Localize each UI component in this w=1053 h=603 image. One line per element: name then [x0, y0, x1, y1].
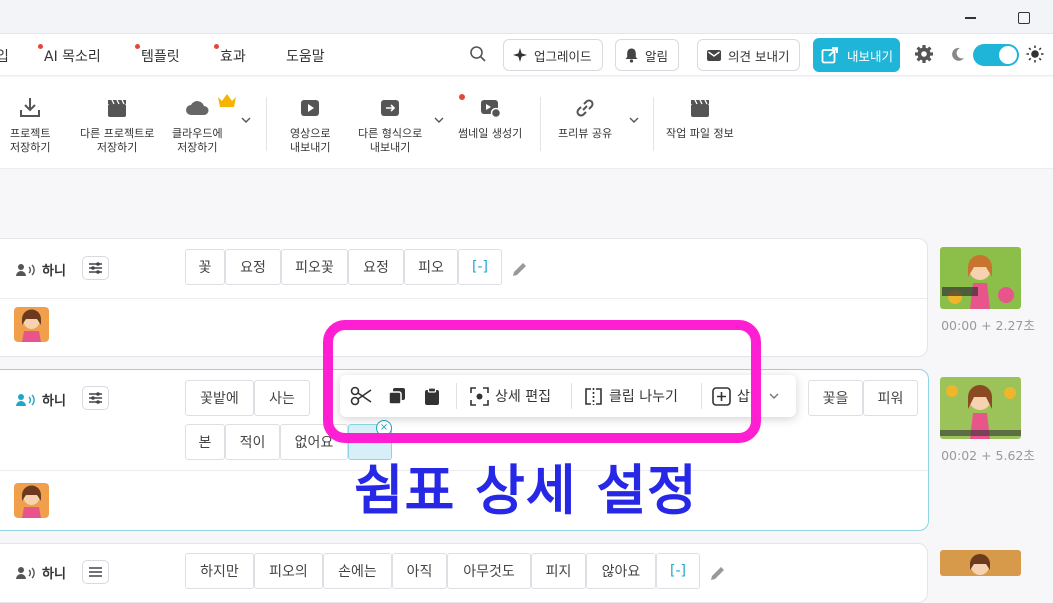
sliders-icon [89, 262, 102, 274]
new-dot [135, 44, 140, 49]
pause-chip[interactable]: [-] [458, 249, 502, 285]
word-chip[interactable]: 적이 [225, 424, 280, 460]
alerts-button[interactable]: 알림 [615, 39, 680, 71]
toolbar-divider [540, 97, 541, 151]
word-chip[interactable]: 않아요 [586, 553, 656, 589]
speaker-label[interactable]: 하니 [16, 563, 66, 582]
video-export-icon [301, 100, 320, 116]
mail-icon [707, 49, 721, 61]
clapper-info-icon [690, 99, 709, 117]
export-format-button[interactable]: 다른 형식으로 내보내기 [358, 95, 422, 155]
link-icon [576, 99, 594, 117]
sparkle-icon [513, 48, 527, 62]
menu-item-ai-voice[interactable]: AI 목소리 [38, 44, 101, 66]
word-chip[interactable]: 요정 [225, 249, 281, 285]
clip-thumbnail[interactable] [940, 550, 1021, 576]
feedback-button[interactable]: 의견 보내기 [697, 39, 801, 71]
word-chip[interactable]: 피오의 [254, 553, 323, 589]
file-info-button[interactable]: 작업 파일 정보 [666, 95, 734, 141]
sun-icon [1026, 45, 1044, 63]
avatar [14, 307, 49, 342]
save-as-project-button[interactable]: 다른 프로젝트로 저장하기 [80, 95, 154, 155]
menu-item-effects[interactable]: 효과 [214, 44, 246, 66]
menu-item-template[interactable]: 템플릿 [135, 44, 180, 66]
clip-time: 00:02 + 5.62초 [941, 448, 1035, 463]
export-video-button[interactable]: 영상으로 내보내기 [290, 95, 330, 155]
bell-icon [625, 48, 638, 63]
chevron-down-icon [769, 393, 779, 399]
voice-settings-button[interactable] [82, 560, 109, 584]
voice-settings-button[interactable] [82, 386, 109, 410]
menu-item-partial[interactable]: 입 [0, 46, 9, 66]
speaker-icon [16, 393, 35, 406]
word-chip[interactable]: 사는 [254, 380, 310, 416]
word-chip[interactable]: 꽃을 [808, 380, 863, 416]
word-chip[interactable]: 피오 [404, 249, 458, 285]
clip-thumbnail[interactable] [940, 247, 1021, 309]
avatar [14, 483, 49, 518]
speaker-icon [16, 263, 35, 276]
speaker-label[interactable]: 하니 [16, 390, 66, 409]
word-chip[interactable]: 피오꽃 [281, 249, 348, 285]
pencil-icon[interactable] [708, 563, 728, 583]
cloud-icon [186, 101, 209, 115]
moon-icon [952, 47, 964, 61]
toolbar-divider [266, 97, 267, 151]
word-chip[interactable]: 아무것도 [447, 553, 531, 589]
save-project-button[interactable]: 프로젝트 저장하기 [10, 95, 50, 155]
card-divider [0, 298, 927, 299]
speaker-label[interactable]: 하니 [16, 260, 66, 279]
voice-settings-button[interactable] [82, 256, 109, 280]
minimize-button[interactable] [962, 8, 980, 26]
crown-icon [218, 94, 236, 107]
sliders-icon [89, 567, 102, 577]
save-to-cloud-button[interactable]: 클라우드에 저장하기 [172, 95, 223, 155]
word-chip[interactable]: 손에는 [323, 553, 392, 589]
menu-item-help[interactable]: 도움말 [286, 46, 325, 66]
clip-thumbnail[interactable] [940, 377, 1021, 439]
chevron-down-icon[interactable] [241, 115, 251, 125]
clapper-icon [108, 99, 127, 117]
new-dot [214, 44, 219, 49]
chevron-down-icon[interactable] [434, 115, 444, 125]
gear-icon[interactable] [914, 44, 934, 64]
word-chip[interactable]: 꽃밭에 [185, 380, 254, 416]
word-chip[interactable]: 아직 [392, 553, 447, 589]
sliders-icon [89, 392, 102, 404]
word-chip[interactable]: 피지 [531, 553, 586, 589]
theme-toggle[interactable] [973, 44, 1019, 66]
file-export-icon [381, 100, 400, 116]
word-chip[interactable]: 본 [185, 424, 225, 460]
annotation-text: 쉼표 상세 설정 [354, 459, 698, 522]
thumbnail-icon [481, 100, 502, 119]
pencil-icon[interactable] [510, 259, 530, 279]
toolbar: 프로젝트 저장하기 다른 프로젝트로 저장하기 클라우드에 저장하기 영상으로 … [0, 77, 1053, 169]
upgrade-button[interactable]: 업그레이드 [503, 39, 603, 71]
maximize-button[interactable] [1014, 8, 1032, 26]
chevron-down-icon[interactable] [629, 115, 639, 125]
thumbnail-generator-button[interactable]: 썸네일 생성기 [458, 95, 522, 141]
word-chip[interactable]: 하지만 [185, 553, 254, 589]
clip-time: 00:00 + 2.27초 [941, 318, 1035, 333]
export-icon [821, 47, 838, 64]
speaker-icon [16, 566, 35, 579]
new-dot [38, 44, 43, 49]
download-icon [20, 98, 41, 117]
pause-chip[interactable]: [-] [656, 553, 700, 589]
title-bar [0, 0, 1053, 34]
word-chip[interactable]: 요정 [348, 249, 404, 285]
export-button[interactable]: 내보내기 [813, 38, 900, 72]
search-icon[interactable] [469, 45, 487, 63]
word-chip[interactable]: 꽃 [185, 249, 225, 285]
preview-share-button[interactable]: 프리뷰 공유 [558, 95, 612, 141]
toolbar-divider [653, 97, 654, 151]
highlight-box [323, 320, 761, 443]
word-chip[interactable]: 피워 [863, 380, 918, 416]
